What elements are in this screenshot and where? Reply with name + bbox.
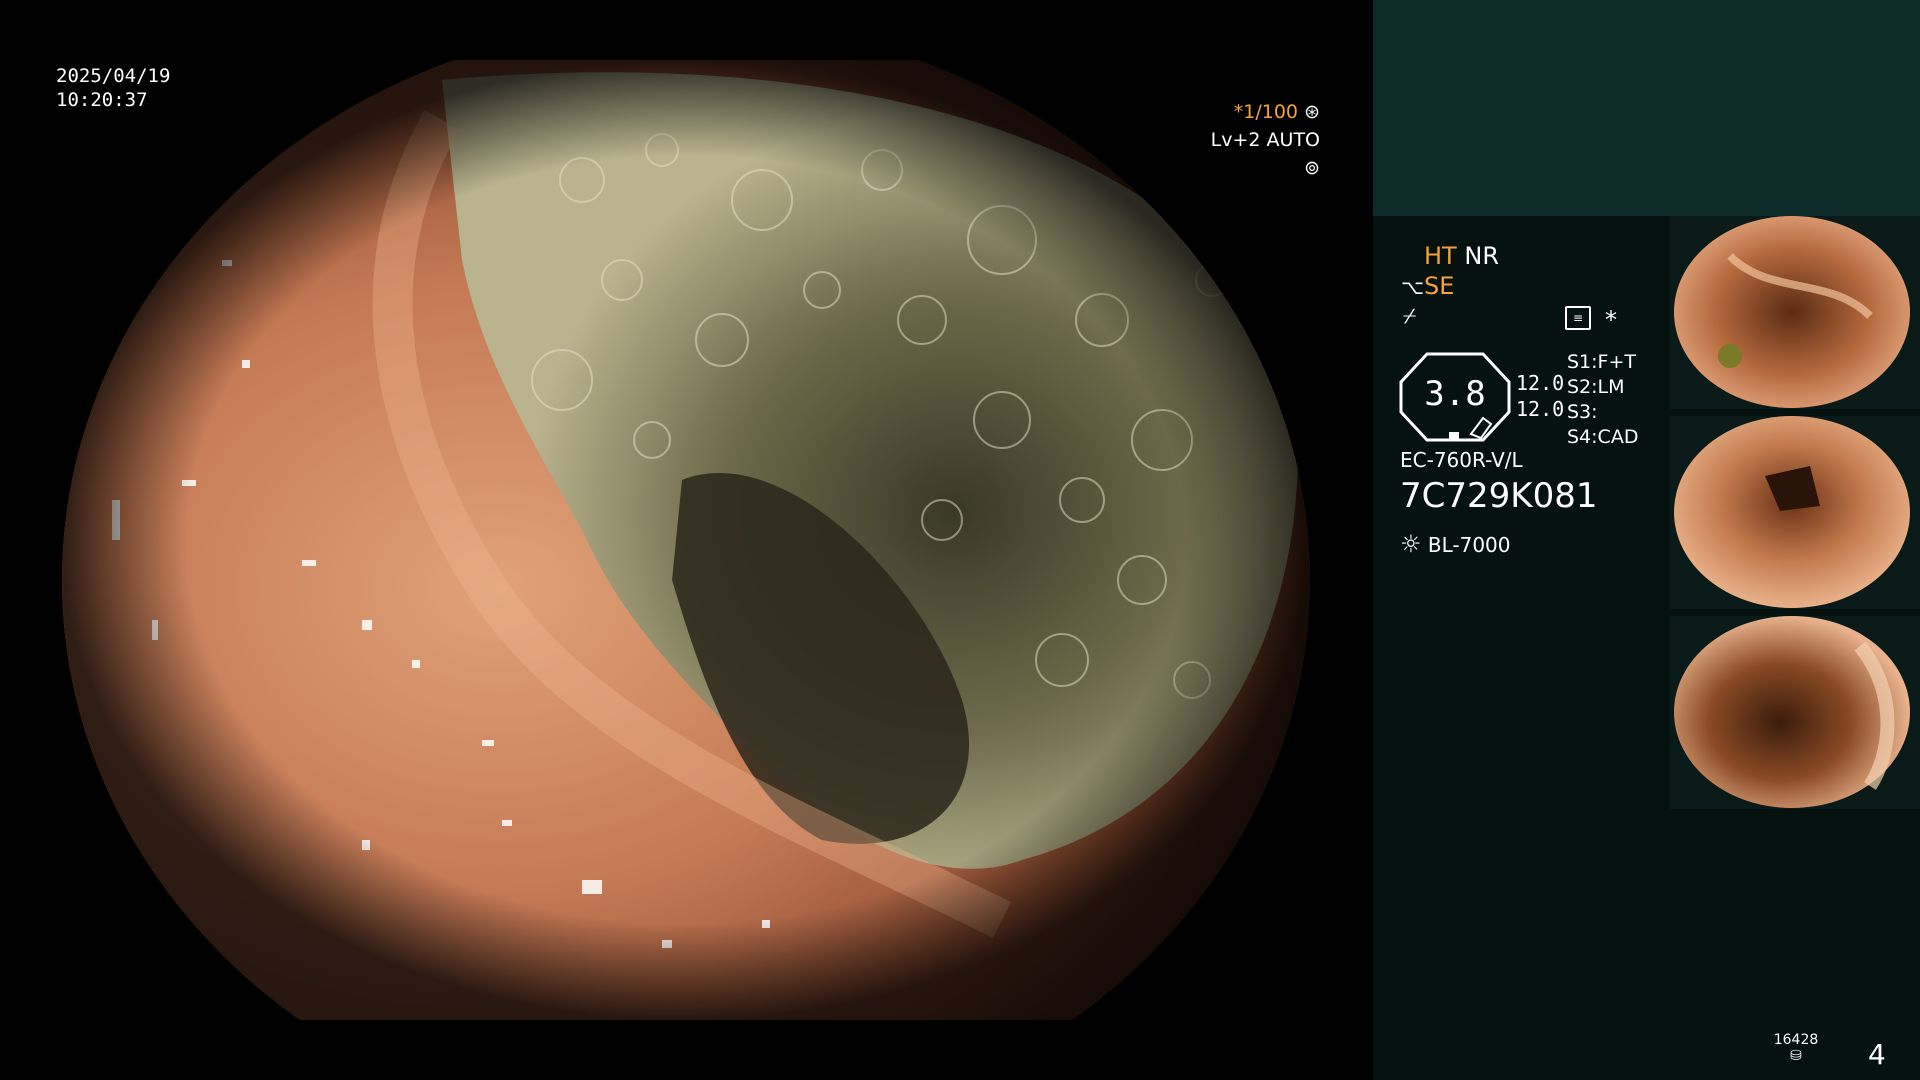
values-column: 12.0 12.0 — [1516, 370, 1564, 422]
shutter-speed-text: *1/100 — [1233, 101, 1299, 123]
storage-counter: 16428 ⛁ — [1766, 1032, 1826, 1064]
switch-3: S3: — [1567, 401, 1598, 423]
switch-2: S2:LM — [1567, 376, 1625, 398]
time-text: 10:20:37 — [56, 89, 148, 111]
ht-label: HT — [1424, 242, 1457, 270]
switch-1: S1:F+T — [1567, 351, 1637, 373]
light-source-row: ☼ BL-7000 — [1400, 530, 1511, 558]
nr-label: NR — [1464, 242, 1499, 270]
storage-icon: ⛁ — [1790, 1048, 1802, 1064]
switch-4: S4:CAD — [1567, 426, 1639, 448]
enhancement-status: HT NR — [1424, 242, 1499, 270]
scope-value-badge: 3.8 — [1399, 352, 1511, 442]
se-row: ⌥SE — [1401, 272, 1454, 300]
scope-mode-icon: ⌿ — [1403, 304, 1417, 329]
thumbnail-3[interactable] — [1670, 616, 1920, 809]
switch-list: S1:F+T S2:LM S3: S4:CAD — [1567, 350, 1638, 450]
thumbnail-1-image — [1674, 216, 1910, 408]
date-text: 2025/04/19 — [56, 65, 171, 87]
light-source-icon: ☼ — [1400, 530, 1422, 558]
shutter-icon: ⊛ — [1304, 101, 1320, 123]
light-source-text: BL-7000 — [1427, 533, 1511, 557]
se-icon: ⌥ — [1401, 275, 1425, 299]
counter-text: 16428 — [1773, 1032, 1819, 1048]
value-b: 12.0 — [1516, 397, 1565, 421]
thumbnail-1[interactable] — [1670, 216, 1920, 409]
endoscope-image — [62, 60, 1310, 1020]
asterisk-indicator: * — [1605, 306, 1617, 334]
datetime-overlay: 2025/04/19 10:20:37 — [56, 64, 170, 112]
value-a: 12.0 — [1516, 371, 1565, 395]
level-text: Lv+2 AUTO — [1210, 129, 1320, 151]
scope-model: EC-760R-V/L — [1400, 448, 1523, 472]
page-number: 4 — [1868, 1038, 1886, 1071]
se-label: SE — [1424, 272, 1455, 300]
thumbnail-3-image — [1674, 616, 1910, 808]
menu-icon: ≡ — [1565, 306, 1591, 330]
thumbnail-2-image — [1674, 416, 1910, 608]
panel-top-area — [1373, 0, 1920, 216]
scope-serial: 7C729K081 — [1400, 476, 1598, 516]
auto-iris-icon: ⊚ — [1304, 157, 1320, 179]
scope-value-text: 3.8 — [1424, 374, 1486, 414]
endoscope-view — [62, 60, 1310, 1020]
thumbnail-2[interactable] — [1670, 416, 1920, 609]
exposure-overlay: *1/100 ⊛ Lv+2 AUTO ⊚ — [1190, 98, 1320, 182]
